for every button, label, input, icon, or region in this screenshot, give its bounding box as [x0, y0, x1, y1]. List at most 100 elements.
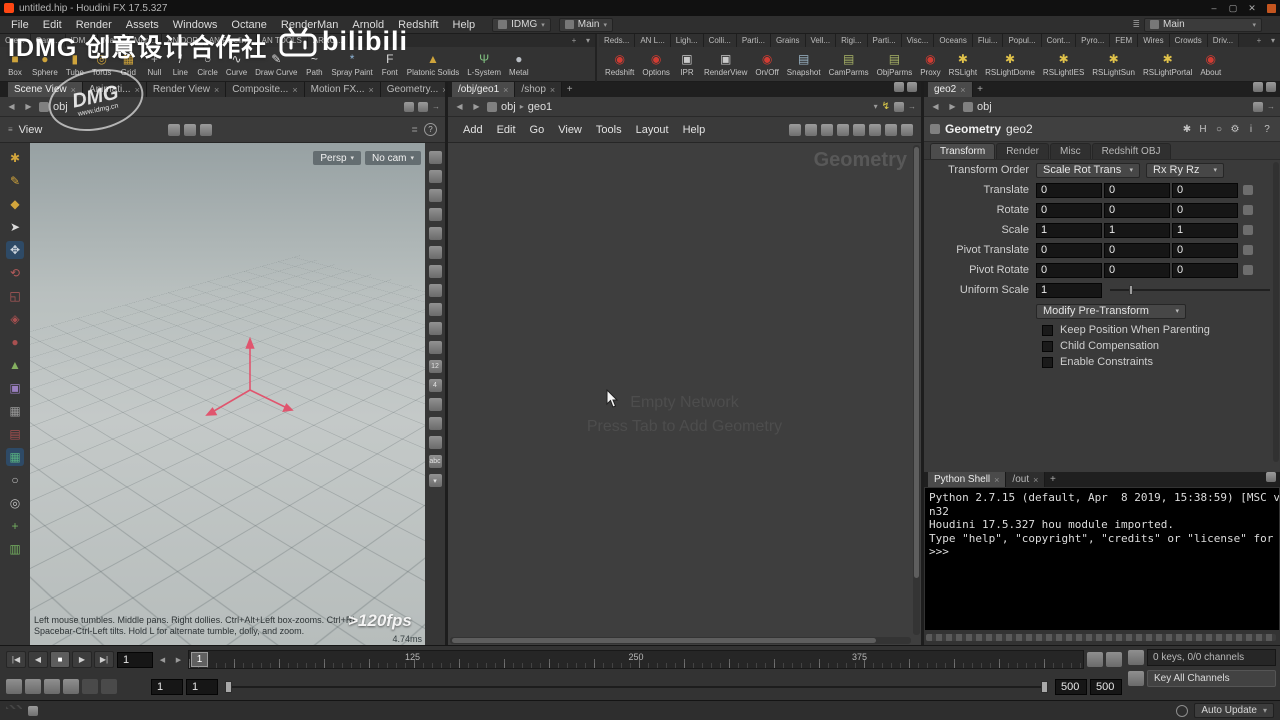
close-tab-icon[interactable]: × — [960, 85, 965, 95]
rotate-order-combo[interactable]: Rx Ry Rz ▾ — [1146, 162, 1224, 178]
pane-menu-icon[interactable] — [1266, 472, 1276, 482]
pane-maximize-icon[interactable] — [1253, 82, 1263, 92]
pane-maximize-icon[interactable] — [894, 82, 904, 92]
shelf-tab[interactable]: Parti... — [867, 34, 902, 47]
shading-mode-icon[interactable] — [428, 246, 442, 259]
uniform-scale-slider[interactable] — [1110, 283, 1270, 297]
param-tab[interactable]: Render — [996, 143, 1050, 159]
shelf-tab[interactable]: Driv... — [1207, 34, 1240, 47]
add-shelf-tab-icon[interactable]: + — [1252, 34, 1266, 47]
range-end-handle[interactable] — [1041, 680, 1048, 693]
pane-tab[interactable]: Motion FX... × — [304, 82, 381, 97]
men0u-item[interactable]: Help — [446, 19, 483, 31]
uniform-scale-field[interactable]: 1 — [1036, 282, 1102, 298]
shelf-tool[interactable]: ▤ ObjParms — [873, 48, 917, 81]
shelf-tool[interactable]: ✱ RSLight — [945, 48, 981, 81]
forward-icon[interactable]: ▶ — [22, 100, 35, 113]
shelf-tab[interactable]: Pyro... — [1076, 34, 1111, 47]
grid-view-icon[interactable] — [837, 123, 849, 136]
secure-selection-icon[interactable] — [200, 123, 213, 136]
shelf-tool[interactable]: F Font — [377, 48, 403, 81]
shelf-tool[interactable]: ✱ RSLightSun — [1088, 48, 1139, 81]
shelf-tool[interactable]: ◉ Proxy — [916, 48, 944, 81]
shelf-tool[interactable]: ▤ CamParms — [825, 48, 873, 81]
keyframe-widget-icon[interactable] — [1243, 225, 1253, 235]
network-menu-item[interactable]: Add — [456, 124, 490, 136]
shelf-tab[interactable]: Wires — [1138, 34, 1170, 47]
snap-tool-icon[interactable]: ▦ — [6, 448, 24, 466]
timeline-menu-icon[interactable] — [1106, 652, 1122, 667]
keys-grid-icon[interactable] — [1128, 650, 1144, 665]
camera-selector[interactable]: No cam ▾ — [365, 151, 421, 165]
men0u-item[interactable]: File — [4, 19, 36, 31]
playback-options-icon[interactable] — [1087, 652, 1103, 667]
shelf-tool[interactable]: ▦ Grid — [115, 48, 141, 81]
shelf-tool[interactable]: ○ Circle — [193, 48, 221, 81]
jump-icon[interactable]: → — [908, 102, 916, 111]
info-icon[interactable]: i — [1244, 122, 1258, 136]
network-canvas[interactable]: Geometry Empty Network Press Tab to Add … — [448, 143, 921, 645]
translate-gizmo-icon[interactable] — [190, 330, 310, 450]
take-list-icon[interactable] — [6, 704, 22, 717]
param-field-y[interactable]: 0 — [1104, 182, 1170, 198]
pane-tab[interactable]: geo2 × — [928, 82, 973, 97]
keyframe-widget-icon[interactable] — [1243, 205, 1253, 215]
network-vscrollbar[interactable] — [913, 145, 920, 635]
keyframe-widget-icon[interactable] — [1243, 185, 1253, 195]
shelf-tab[interactable]: AN DOP — [162, 34, 204, 47]
pane-menu-icon[interactable] — [1266, 82, 1276, 92]
terrain-tool-icon[interactable]: ▦ — [6, 402, 24, 420]
python-console[interactable]: Python 2.7.15 (default, Apr 8 2019, 15:3… — [925, 488, 1279, 630]
grow-tool-icon[interactable]: + — [6, 517, 24, 535]
param-tab[interactable]: Misc — [1050, 143, 1091, 159]
jump-icon[interactable]: → — [432, 102, 440, 111]
view-mode-label[interactable]: View — [19, 124, 43, 136]
shelf-tab[interactable]: Crowds — [1169, 34, 1208, 47]
path-crumb-obj[interactable]: obj — [501, 101, 516, 113]
forward-icon[interactable]: ▶ — [470, 100, 483, 113]
next-key-icon[interactable]: ▶ — [172, 652, 185, 667]
pane-menu-icon[interactable] — [907, 82, 917, 92]
checkbox[interactable] — [1042, 324, 1053, 336]
path-crumb-obj[interactable]: obj — [977, 101, 992, 113]
shelf-tool[interactable]: ◉ Redshift — [601, 48, 638, 81]
shelf-tool[interactable]: ✱ RSLightIES — [1039, 48, 1088, 81]
param-field-y[interactable]: 0 — [1104, 262, 1170, 278]
param-field-y[interactable]: 0 — [1104, 242, 1170, 258]
update-mode-combo[interactable]: Auto Update ▾ — [1194, 703, 1274, 718]
right-pane-link-combo[interactable]: Main ▾ — [1144, 17, 1262, 32]
playhead[interactable]: 1 — [191, 652, 208, 667]
back-icon[interactable]: ◀ — [5, 100, 18, 113]
network-menu-item[interactable]: Layout — [629, 124, 676, 136]
wrench-icon[interactable] — [789, 123, 801, 136]
close-tab-icon[interactable]: × — [550, 85, 555, 95]
visibility-icon[interactable] — [805, 123, 817, 136]
param-field-z[interactable]: 0 — [1172, 242, 1238, 258]
shelf-tab[interactable]: Rigi... — [836, 34, 868, 47]
network-menu-item[interactable]: Tools — [589, 124, 629, 136]
close-tab-icon[interactable]: × — [292, 85, 297, 95]
search-icon[interactable]: ○ — [1212, 122, 1226, 136]
pane-tab[interactable]: /out × — [1006, 472, 1046, 487]
list-view-icon[interactable] — [853, 123, 865, 136]
men0u-item[interactable]: Redshift — [391, 19, 445, 31]
men0u-item[interactable]: RenderMan — [274, 19, 345, 31]
character-tool-icon[interactable]: ● — [6, 333, 24, 351]
param-field-x[interactable]: 0 — [1036, 202, 1102, 218]
new-tab-icon[interactable]: + — [1045, 472, 1060, 487]
drag-grip-icon[interactable]: ≣ — [1128, 19, 1144, 30]
pane-tab[interactable]: Composite... × — [226, 82, 305, 97]
param-field-y[interactable]: 1 — [1104, 222, 1170, 238]
param-field-z[interactable]: 0 — [1172, 182, 1238, 198]
cloth-tool-icon[interactable]: ▤ — [6, 425, 24, 443]
presets-icon[interactable]: ✱ — [1180, 122, 1194, 136]
shelf-tab[interactable]: Flui... — [972, 34, 1004, 47]
shelf-tool[interactable]: ✱ RSLightDome — [981, 48, 1039, 81]
network-menu-item[interactable]: Edit — [490, 124, 523, 136]
shelf-menu-icon[interactable]: ▾ — [1266, 34, 1280, 47]
close-tab-icon[interactable]: × — [442, 85, 445, 95]
language-icon[interactable]: H — [1196, 122, 1210, 136]
scoped-channels-icon[interactable] — [1128, 671, 1144, 686]
shelf-tool[interactable]: Ψ L-System — [463, 48, 505, 81]
pane-tab[interactable]: Render View × — [146, 82, 227, 97]
